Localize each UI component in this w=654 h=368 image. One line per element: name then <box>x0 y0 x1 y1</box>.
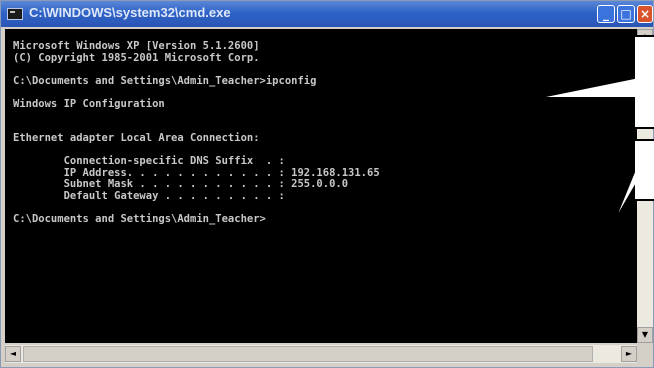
horizontal-scrollbar[interactable]: ◄ ► <box>5 345 637 363</box>
ip-configuration-heading: Windows IP Configuration <box>13 97 165 110</box>
subnet-mask-line: Subnet Mask . . . . . . . . . . . : 255.… <box>13 178 349 190</box>
console-output-area[interactable]: Microsoft Windows XP [Version 5.1.2600] … <box>5 29 637 343</box>
console-text: Microsoft Windows XP [Version 5.1.2600] … <box>13 40 380 225</box>
vertical-scrollbar[interactable]: ▲ ▼ <box>637 29 653 343</box>
screenshot-root: C:\WINDOWS\system32\cmd.exe _ □ × Micros… <box>0 0 654 368</box>
ip-address-line: IP Address. . . . . . . . . . . . : 192.… <box>13 166 380 179</box>
minimize-button[interactable]: _ <box>597 5 615 23</box>
horizontal-scroll-thumb[interactable] <box>23 346 593 362</box>
close-button[interactable]: × <box>637 5 653 23</box>
title-bar[interactable]: C:\WINDOWS\system32\cmd.exe _ □ × <box>1 1 653 27</box>
final-prompt-line: C:\Documents and Settings\Admin_Teacher> <box>13 212 266 225</box>
scroll-left-arrow-icon[interactable]: ◄ <box>5 346 21 362</box>
dns-suffix-line: Connection-specific DNS Suffix . : <box>13 155 285 167</box>
resize-grip[interactable] <box>637 345 653 363</box>
console-app-icon[interactable] <box>7 8 23 20</box>
adapter-heading: Ethernet adapter Local Area Connection: <box>13 132 260 144</box>
scroll-down-arrow-icon[interactable]: ▼ <box>637 327 653 343</box>
window-title: C:\WINDOWS\system32\cmd.exe <box>29 5 231 20</box>
default-gateway-line: Default Gateway . . . . . . . . . : <box>13 189 285 202</box>
ipconfig-command-line: C:\Documents and Settings\Admin_Teacher>… <box>13 74 317 87</box>
banner-copyright-line: (C) Copyright 1985-2001 Microsoft Corp. <box>13 51 260 64</box>
maximize-button[interactable]: □ <box>617 5 635 23</box>
scroll-up-arrow-icon[interactable]: ▲ <box>637 29 653 45</box>
scroll-right-arrow-icon[interactable]: ► <box>621 346 637 362</box>
banner-version-line: Microsoft Windows XP [Version 5.1.2600] <box>13 40 260 52</box>
cmd-window: C:\WINDOWS\system32\cmd.exe _ □ × Micros… <box>0 0 654 368</box>
